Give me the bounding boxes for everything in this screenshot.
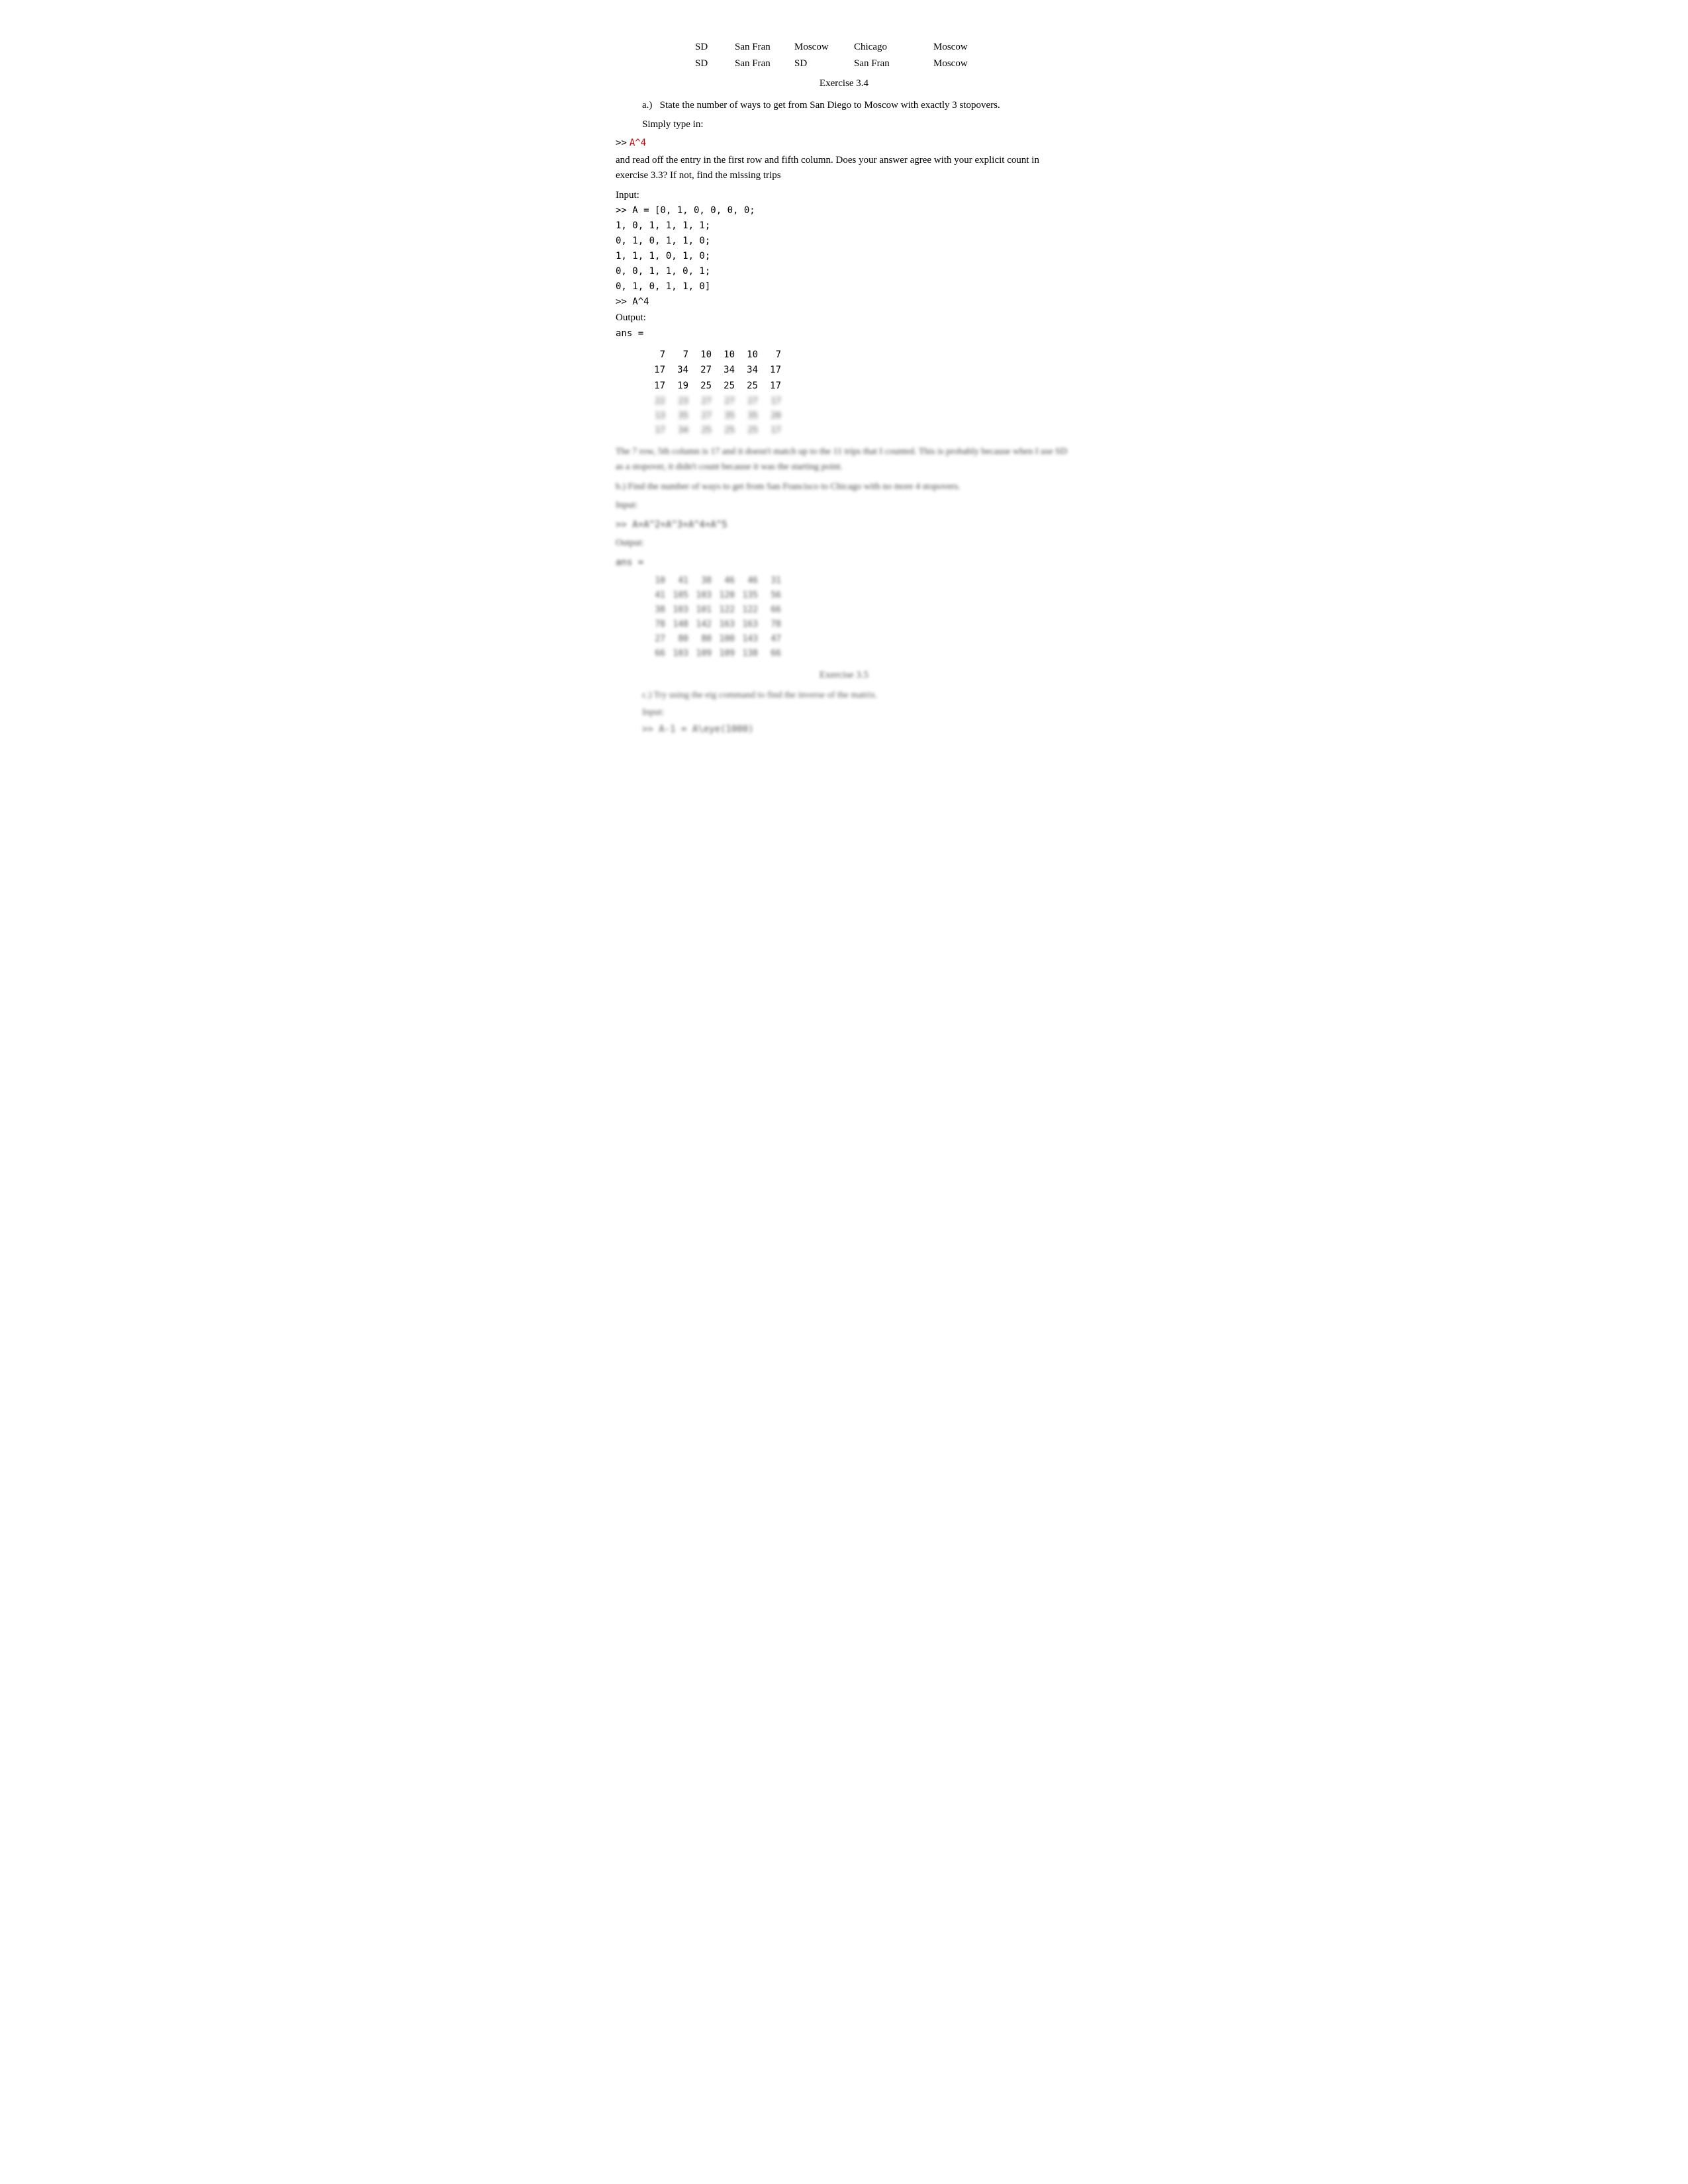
prompt-command-a4: >> A^4 xyxy=(616,136,1072,150)
code-line-6: 0, 1, 0, 1, 1, 0] xyxy=(616,280,1072,294)
cell: 17 xyxy=(642,379,665,394)
code-line-5: 0, 0, 1, 1, 0, 1; xyxy=(616,265,1072,279)
route-cell: SD xyxy=(695,40,735,55)
code-line-2: 1, 0, 1, 1, 1, 1; xyxy=(616,219,1072,233)
route-cell: Chicago xyxy=(854,40,933,55)
output-label: Output: xyxy=(616,310,1072,326)
matrix-row-2: 17 34 27 34 34 17 xyxy=(642,363,1072,379)
part-b-output-label: Output: xyxy=(616,536,1072,551)
part-b-command: >> A+A^2+A^3+A^4+A^5 xyxy=(616,518,1072,532)
cell: 25 xyxy=(735,379,758,394)
main-paragraph: and read off the entry in the first row … xyxy=(616,153,1072,184)
cell: 25 xyxy=(712,379,735,394)
route-cell: SD xyxy=(695,56,735,71)
command-a4: A^4 xyxy=(630,136,646,150)
matrix-output-clear: 7 7 10 10 10 7 17 34 27 34 34 17 17 19 2… xyxy=(642,347,1072,439)
part-c-input: Input: xyxy=(642,705,1072,720)
part-c-command: >> A-1 = A\eye(1000) xyxy=(642,722,1072,737)
matrix-row-blurred-1: 22 23 27 27 27 17 xyxy=(642,394,1072,409)
cell: 10 xyxy=(712,347,735,363)
cell: 34 xyxy=(665,363,688,379)
part-a-section: a.) State the number of ways to get from… xyxy=(642,98,1072,133)
matrix-row-1: 7 7 10 10 10 7 xyxy=(642,347,1072,363)
route-cell: SD xyxy=(794,56,854,71)
cell: 17 xyxy=(758,379,781,394)
ans-label: ans = xyxy=(616,327,1072,341)
cell: 19 xyxy=(665,379,688,394)
route-table: SD San Fran Moscow Chicago Moscow SD San… xyxy=(695,40,1072,71)
part-a-question: a.) State the number of ways to get from… xyxy=(642,98,1072,113)
route-row-1: SD San Fran Moscow Chicago Moscow xyxy=(695,40,1072,55)
input-label: Input: xyxy=(616,188,1072,203)
cell: 10 xyxy=(688,347,712,363)
cell: 27 xyxy=(688,363,712,379)
cell: 7 xyxy=(642,347,665,363)
part-c-section: c.) Try using the eig command to find th… xyxy=(642,688,1072,737)
exercise-35-header: Exercise 3.5 xyxy=(616,668,1072,683)
cell: 7 xyxy=(665,347,688,363)
cell: 7 xyxy=(758,347,781,363)
code-line-7: >> A^4 xyxy=(616,295,1072,309)
part-b-ans-label: ans = xyxy=(616,555,1072,570)
cell: 34 xyxy=(735,363,758,379)
part-c-question: c.) Try using the eig command to find th… xyxy=(642,688,1072,703)
exercise-34-header: Exercise 3.4 xyxy=(616,76,1072,91)
route-cell: Moscow xyxy=(794,40,854,55)
route-cell: Moscow xyxy=(933,56,1000,71)
route-cell: San Fran xyxy=(735,56,794,71)
matrix-row-3: 17 19 25 25 25 17 xyxy=(642,379,1072,394)
code-line-1: >> A = [0, 1, 0, 0, 0, 0; xyxy=(616,204,1072,218)
cell: 10 xyxy=(735,347,758,363)
part-a-instruction: Simply type in: xyxy=(642,117,1072,132)
cell: 17 xyxy=(642,363,665,379)
part-b-input-label: Input: xyxy=(616,498,1072,513)
matrix-b-blurred: 10 41 38 46 46 31 41 105 103 120 135 56 … xyxy=(642,574,1072,662)
part-b-question: b.) Find the number of ways to get from … xyxy=(616,480,1072,494)
prompt-arrow: >> xyxy=(616,136,627,150)
cell: 25 xyxy=(688,379,712,394)
blurred-explanation: The 7 row, 5th column is 17 and it doesn… xyxy=(616,445,1072,475)
route-cell: San Fran xyxy=(735,40,794,55)
code-block-section: >> A = [0, 1, 0, 0, 0, 0; 1, 0, 1, 1, 1,… xyxy=(616,204,1072,309)
route-cell: Moscow xyxy=(933,40,1000,55)
code-line-3: 0, 1, 0, 1, 1, 0; xyxy=(616,234,1072,248)
cell: 17 xyxy=(758,363,781,379)
cell: 34 xyxy=(712,363,735,379)
route-cell: San Fran xyxy=(854,56,933,71)
matrix-row-blurred-2: 13 35 27 35 35 20 xyxy=(642,409,1072,424)
matrix-row-blurred-3: 17 34 25 25 25 17 xyxy=(642,424,1072,438)
route-row-2: SD San Fran SD San Fran Moscow xyxy=(695,56,1072,71)
code-line-4: 1, 1, 1, 0, 1, 0; xyxy=(616,250,1072,263)
